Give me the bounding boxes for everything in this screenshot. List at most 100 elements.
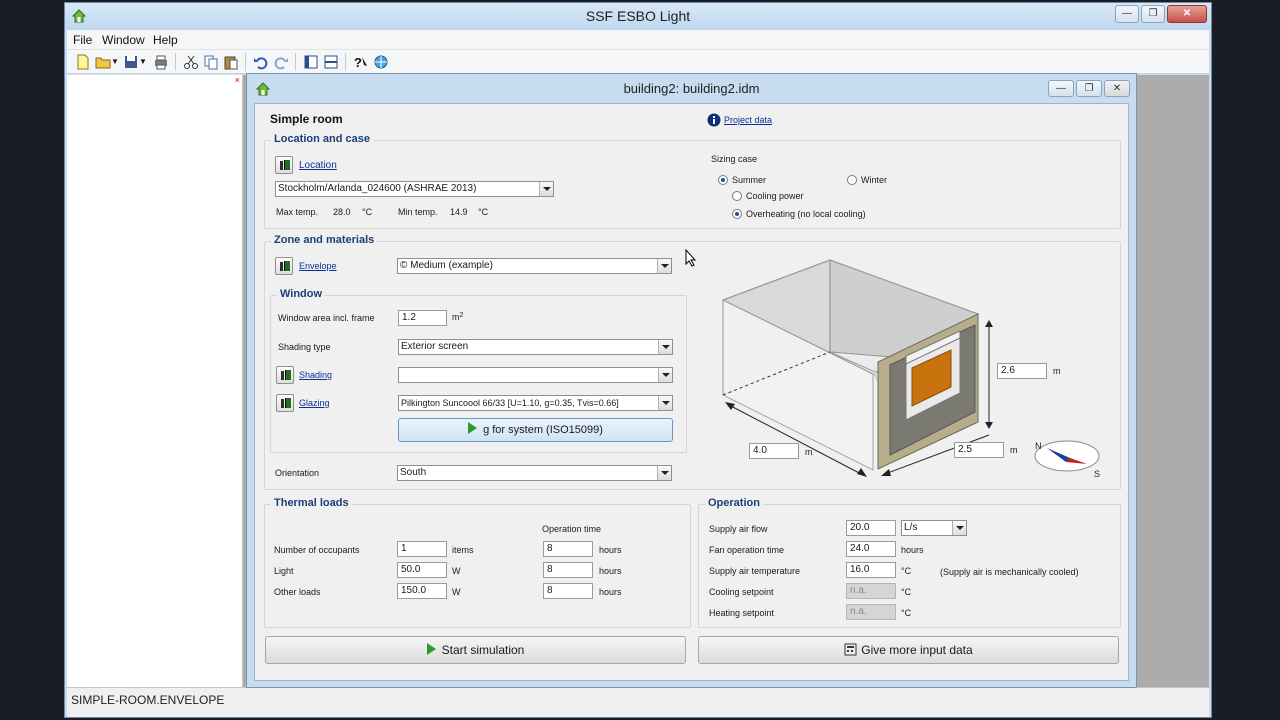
summer-radio[interactable] xyxy=(718,175,728,185)
document-titlebar[interactable]: building2: building2.idm — ❐ ✕ xyxy=(247,74,1136,102)
location-select[interactable]: Stockholm/Arlanda_024600 (ASHRAE 2013) xyxy=(275,181,554,197)
menu-help[interactable]: Help xyxy=(153,33,178,47)
light-input[interactable]: 50.0 xyxy=(397,562,447,578)
heating-setpoint-input: n.a. xyxy=(846,604,896,620)
envelope-library-button[interactable] xyxy=(275,257,293,275)
shading-select[interactable] xyxy=(398,367,673,383)
open-dropdown-icon[interactable]: ▼ xyxy=(111,57,119,66)
glazing-library-button[interactable] xyxy=(276,394,294,412)
form-content: Simple room Project data Location and ca… xyxy=(254,103,1129,681)
zone-materials-title: Zone and materials xyxy=(271,234,378,246)
location-case-title: Location and case xyxy=(271,133,373,145)
doc-restore-button[interactable]: ❐ xyxy=(1076,80,1102,97)
location-library-button[interactable] xyxy=(275,156,293,174)
thermal-loads-group: Thermal loads Operation time Number of o… xyxy=(264,497,691,628)
room-height-input[interactable]: 2.6 xyxy=(997,363,1047,379)
operation-time-header: Operation time xyxy=(542,524,602,534)
menu-file[interactable]: File xyxy=(73,33,92,47)
globe-icon[interactable] xyxy=(373,54,389,70)
supply-temp-unit: °C xyxy=(901,566,912,576)
more-input-button[interactable]: Give more input data xyxy=(698,636,1119,664)
max-temp-value: 28.0 xyxy=(333,207,351,217)
occupants-label: Number of occupants xyxy=(274,545,360,555)
status-text: SIMPLE-ROOM.ENVELOPE xyxy=(71,693,225,707)
cooling-power-radio[interactable] xyxy=(732,191,742,201)
status-bar: SIMPLE-ROOM.ENVELOPE xyxy=(67,687,1209,717)
occupants-input[interactable]: 1 xyxy=(397,541,447,557)
heating-setpoint-label: Heating setpoint xyxy=(709,608,775,618)
envelope-link[interactable]: Envelope xyxy=(299,261,337,271)
menu-bar: File Window Help xyxy=(67,30,1209,50)
redo-icon[interactable] xyxy=(273,54,289,70)
undo-icon[interactable] xyxy=(253,54,269,70)
restore-button[interactable]: ❐ xyxy=(1141,5,1165,23)
cut-icon[interactable] xyxy=(183,54,199,70)
heating-setpoint-unit: °C xyxy=(901,608,912,618)
supply-flow-unit-select[interactable]: L/s xyxy=(901,520,967,536)
light-label: Light xyxy=(274,566,294,576)
glazing-select[interactable]: Pilkington Suncoool 66/33 [U=1.10, g=0.3… xyxy=(398,395,673,411)
location-case-group: Location and case Location Stockholm/Arl… xyxy=(264,133,1121,229)
fan-time-input[interactable]: 24.0 xyxy=(846,541,896,557)
room-width-unit: m xyxy=(1010,445,1018,455)
window-group: Window Window area incl. frame 1.2 m2 Sh… xyxy=(270,288,687,453)
light-time-input[interactable]: 8 xyxy=(543,562,593,578)
cooling-power-label: Cooling power xyxy=(746,191,804,201)
g-for-system-button[interactable]: g for system (ISO15099) xyxy=(398,418,673,442)
supply-flow-label: Supply air flow xyxy=(709,524,768,534)
shading-library-button[interactable] xyxy=(276,366,294,384)
location-link[interactable]: Location xyxy=(299,160,337,171)
room-length-input[interactable]: 4.0 xyxy=(749,443,799,459)
orientation-select[interactable]: South xyxy=(397,465,672,481)
overheating-radio[interactable] xyxy=(732,209,742,219)
window-area-input[interactable]: 1.2 xyxy=(398,310,447,326)
paste-icon[interactable] xyxy=(223,54,239,70)
light-time-unit: hours xyxy=(599,566,622,576)
save-icon[interactable] xyxy=(123,54,139,70)
fan-time-label: Fan operation time xyxy=(709,545,785,555)
minimize-button[interactable]: — xyxy=(1115,5,1139,23)
new-file-icon[interactable] xyxy=(75,54,91,70)
doc-close-button[interactable]: ✕ xyxy=(1104,80,1130,97)
other-loads-time-input[interactable]: 8 xyxy=(543,583,593,599)
document-window: building2: building2.idm — ❐ ✕ Simple ro… xyxy=(246,73,1137,688)
overheating-label: Overheating (no local cooling) xyxy=(746,209,866,219)
room-height-unit: m xyxy=(1053,366,1061,376)
save-dropdown-icon[interactable]: ▼ xyxy=(139,57,147,66)
menu-window[interactable]: Window xyxy=(102,33,145,47)
max-temp-label: Max temp. xyxy=(276,207,319,217)
glazing-link[interactable]: Glazing xyxy=(299,398,330,408)
other-loads-label: Other loads xyxy=(274,587,321,597)
app-titlebar[interactable]: SSF ESBO Light — ❐ ✕ xyxy=(65,3,1211,30)
open-folder-icon[interactable] xyxy=(95,54,111,70)
compass-n-label: N xyxy=(1035,441,1042,451)
room-width-input[interactable]: 2.5 xyxy=(954,442,1004,458)
close-button[interactable]: ✕ xyxy=(1167,5,1207,23)
window-group-title: Window xyxy=(277,288,326,300)
doc-minimize-button[interactable]: — xyxy=(1048,80,1074,97)
supply-flow-input[interactable]: 20.0 xyxy=(846,520,896,536)
start-simulation-button[interactable]: Start simulation xyxy=(265,636,686,664)
compass-icon xyxy=(1034,440,1100,472)
app-title: SSF ESBO Light xyxy=(585,8,691,24)
panel-close-icon[interactable]: × xyxy=(235,75,240,85)
min-temp-unit: °C xyxy=(478,207,489,217)
shading-type-select[interactable]: Exterior screen xyxy=(398,339,673,355)
summer-label: Summer xyxy=(732,175,767,185)
toolbar: ▼ ▼ ? xyxy=(67,50,1209,74)
supply-temp-input[interactable]: 16.0 xyxy=(846,562,896,578)
winter-radio[interactable] xyxy=(847,175,857,185)
shading-link[interactable]: Shading xyxy=(299,370,332,380)
window-area-label: Window area incl. frame xyxy=(278,313,375,323)
tile-horizontal-icon[interactable] xyxy=(323,54,339,70)
occupants-time-input[interactable]: 8 xyxy=(543,541,593,557)
copy-icon[interactable] xyxy=(203,54,219,70)
tile-vertical-icon[interactable] xyxy=(303,54,319,70)
envelope-select[interactable]: © Medium (example) xyxy=(397,258,672,274)
other-loads-input[interactable]: 150.0 xyxy=(397,583,447,599)
project-data-link[interactable]: Project data xyxy=(724,115,772,125)
other-loads-unit: W xyxy=(452,587,461,597)
print-icon[interactable] xyxy=(153,54,169,70)
room-length-unit: m xyxy=(805,447,813,457)
help-icon[interactable]: ? xyxy=(353,54,369,70)
